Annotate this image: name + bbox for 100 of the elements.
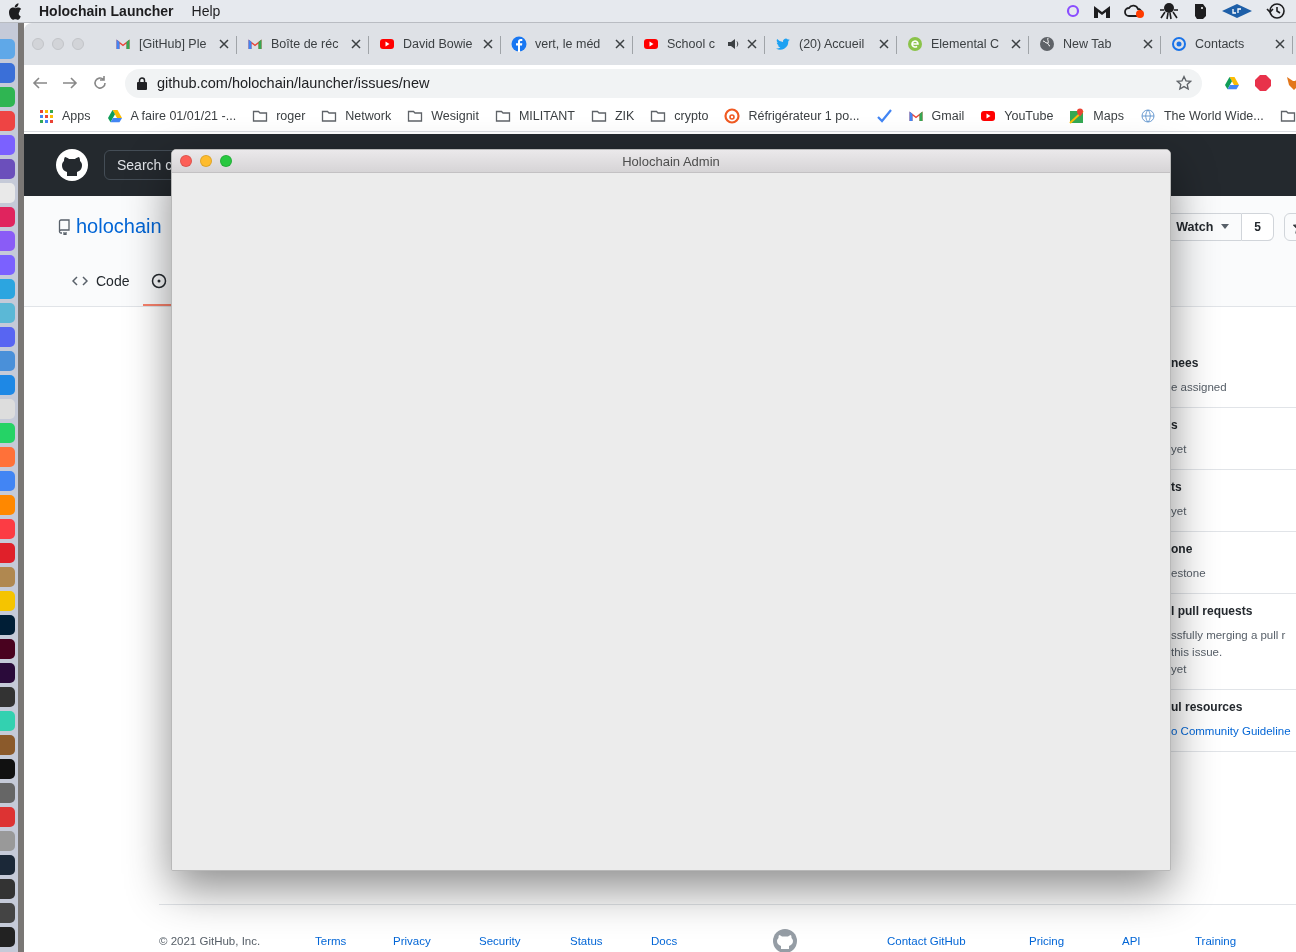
video-play-icon: [643, 36, 659, 52]
sidebar-heading: ul resources: [1171, 700, 1244, 714]
app-icon[interactable]: [0, 759, 15, 779]
footer-link[interactable]: Pricing: [1029, 935, 1122, 947]
sidebar-text: ssfully merging a pull r: [1171, 629, 1287, 641]
close-icon[interactable]: [747, 39, 757, 49]
shield-icon: [1093, 3, 1111, 19]
video-play-icon: [379, 36, 395, 52]
folder-icon: [650, 108, 667, 124]
browser-tab[interactable]: Elemental C: [897, 28, 1029, 60]
bookmark[interactable]: [1279, 108, 1296, 124]
bug-icon: [1159, 2, 1179, 20]
sidebar-text: e assigned: [1171, 381, 1228, 393]
app-icon[interactable]: [0, 639, 15, 659]
issue-icon: [151, 272, 168, 289]
facebook-icon: [511, 36, 527, 52]
ring-logo-icon: [1171, 36, 1187, 52]
globe-icon: [1039, 36, 1055, 52]
close-icon[interactable]: [351, 39, 361, 49]
bookmark[interactable]: Network: [321, 108, 392, 124]
bookmark[interactable]: A faire 01/01/21 -...: [106, 108, 237, 124]
close-icon[interactable]: [1011, 39, 1021, 49]
footer-link[interactable]: Privacy: [393, 935, 479, 947]
footer-link[interactable]: API: [1122, 935, 1195, 947]
bookmark[interactable]: Réfrigérateur 1 po...: [724, 108, 860, 124]
forward-icon[interactable]: [62, 75, 78, 91]
sidebar-text: this issue.: [1171, 646, 1224, 658]
bookmark[interactable]: ZIK: [590, 108, 635, 124]
footer-link[interactable]: Docs: [651, 935, 773, 947]
menu-item[interactable]: Help: [191, 3, 221, 19]
leaf-logo-icon: [907, 36, 923, 52]
sidebar-heading: s: [1171, 418, 1179, 432]
app-icon[interactable]: [0, 687, 15, 707]
app-icon[interactable]: [0, 855, 15, 875]
back-icon[interactable]: [32, 75, 48, 91]
close-icon[interactable]: [1143, 39, 1153, 49]
app-name[interactable]: Holochain Launcher: [39, 3, 174, 19]
star-icon[interactable]: [1176, 75, 1192, 91]
footer-link[interactable]: Status: [570, 935, 651, 947]
window-title: Holochain Admin: [622, 153, 720, 169]
browser-tab[interactable]: Contacts: [1161, 28, 1293, 60]
browser-tab[interactable]: School c: [633, 28, 765, 60]
bookmark[interactable]: [875, 108, 892, 124]
map-pin-icon: [1069, 108, 1086, 124]
footer-link[interactable]: Contact GitHub: [887, 935, 1029, 947]
bookmark[interactable]: crypto: [650, 108, 709, 124]
app-icon[interactable]: [0, 903, 15, 923]
octocat-logo-icon[interactable]: [56, 149, 88, 181]
folder-icon: [321, 108, 338, 124]
footer-link[interactable]: Training: [1195, 935, 1296, 947]
globe-icon: [1139, 108, 1156, 124]
sidebar-text: yet: [1171, 443, 1188, 455]
bookmark[interactable]: YouTube: [980, 108, 1054, 124]
watch-count[interactable]: 5: [1242, 212, 1274, 241]
close-icon[interactable]: [1275, 39, 1285, 49]
diamond-icon: [1221, 3, 1253, 19]
close-icon[interactable]: [615, 39, 625, 49]
bookmark[interactable]: roger: [252, 108, 306, 124]
bookmark[interactable]: Apps: [38, 108, 91, 124]
bookmark[interactable]: Gmail: [907, 108, 965, 124]
apple-icon: [8, 2, 22, 20]
browser-tab[interactable]: New Tab: [1029, 28, 1161, 60]
caret-icon: [1221, 224, 1230, 230]
sidebar-link[interactable]: o Community Guideline: [1171, 725, 1296, 737]
check-icon: [875, 108, 892, 124]
sidebar-heading: ts: [1171, 480, 1183, 494]
browser-tab[interactable]: [GitHub] Ple: [105, 28, 237, 60]
app-icon[interactable]: [0, 663, 15, 683]
app-icon[interactable]: [0, 927, 15, 947]
repo-owner-link[interactable]: holochain: [76, 215, 162, 239]
browser-tab[interactable]: David Bowie: [369, 28, 501, 60]
sidebar-heading: nees: [1171, 356, 1200, 370]
repo-icon: [58, 218, 70, 235]
video-play-icon: [980, 108, 997, 124]
lock-icon: [137, 76, 147, 90]
app-icon[interactable]: [0, 879, 15, 899]
cloud-icon: [1124, 3, 1146, 19]
footer-link[interactable]: Security: [479, 935, 570, 947]
address-bar[interactable]: github.com/holochain/launcher/issues/new: [125, 68, 1202, 98]
folder-icon: [252, 108, 269, 124]
app-icon[interactable]: [0, 615, 15, 635]
bookmark[interactable]: Maps: [1069, 108, 1124, 124]
sidebar-text: estone: [1171, 567, 1207, 579]
repo-tab[interactable]: Code: [64, 257, 144, 306]
close-icon[interactable]: [219, 39, 229, 49]
browser-tab[interactable]: Boîte de réc: [237, 28, 369, 60]
footer-link[interactable]: Terms: [315, 935, 393, 947]
bookmark[interactable]: MILITANT: [494, 108, 575, 124]
sidebar-text: yet: [1171, 663, 1188, 675]
copyright-text: © 2021 GitHub, Inc.: [159, 935, 262, 947]
bookmark[interactable]: The World Wide...: [1139, 108, 1264, 124]
browser-tab[interactable]: vert, le méd: [501, 28, 633, 60]
browser-tab[interactable]: (20) Accueil: [765, 28, 897, 60]
reload-icon[interactable]: [92, 75, 108, 91]
ring-icon: [1066, 4, 1080, 18]
bird-icon: [775, 36, 791, 52]
bookmark[interactable]: Wesignit: [407, 108, 479, 124]
close-icon[interactable]: [879, 39, 889, 49]
close-icon[interactable]: [483, 39, 493, 49]
stop-sign-icon[interactable]: [1254, 74, 1272, 92]
